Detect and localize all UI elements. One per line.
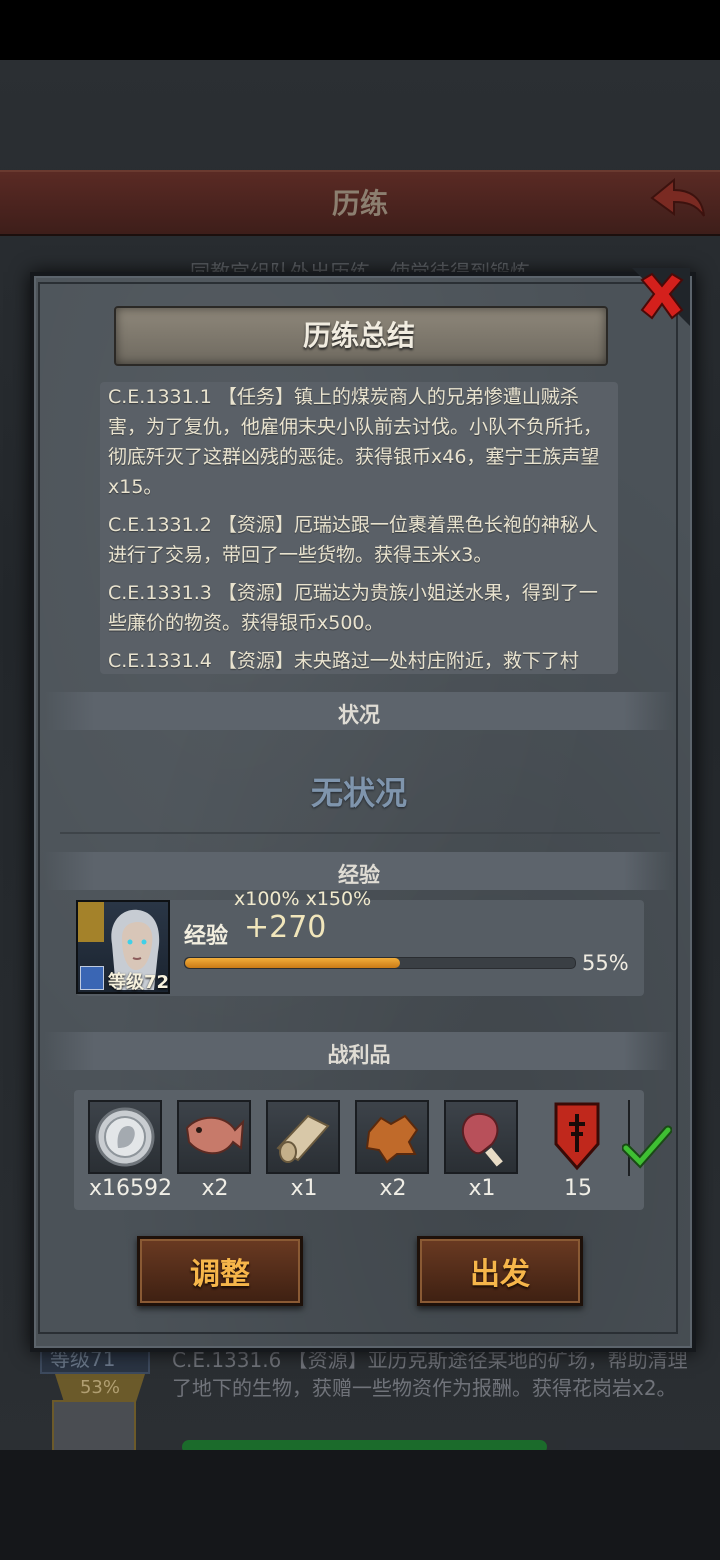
hero-level: 等级72 <box>108 972 170 993</box>
exp-text-label: 经验 <box>184 924 229 949</box>
loot-slot[interactable] <box>88 1100 162 1174</box>
back-arrow-icon[interactable] <box>648 176 708 222</box>
status-value: 无状况 <box>310 774 407 812</box>
background-header-title: 历练 <box>331 187 388 220</box>
log-entry: C.E.1331.2 【资源】厄瑞达跟一位裹着黑色长袍的神秘人进行了交易，带回了… <box>108 514 598 566</box>
log-panel[interactable]: C.E.1331.1 【任务】镇上的煤炭商人的兄弟惨遭山贼杀害，为了复仇，他雇佣… <box>100 382 618 674</box>
silver-coin-icon <box>95 1107 155 1167</box>
navigation-bar <box>0 1450 720 1560</box>
exp-section-label: 经验 <box>338 863 380 887</box>
loot-count: x2 <box>201 1176 229 1201</box>
hero-class-icon <box>80 966 104 990</box>
divider <box>60 832 660 834</box>
status-bar <box>0 0 720 60</box>
loot-slot[interactable] <box>444 1100 518 1174</box>
loot-count: x1 <box>468 1176 496 1201</box>
exp-gain: +270 <box>244 910 327 945</box>
loot-slot[interactable] <box>177 1100 251 1174</box>
loot-count: x1 <box>290 1176 318 1201</box>
exp-percent: 55% <box>582 951 629 975</box>
background-percent-badge: 53% <box>55 1374 145 1402</box>
exp-progress-fill <box>185 958 400 968</box>
meat-leg-icon <box>461 1112 503 1167</box>
loot-slot[interactable] <box>355 1100 429 1174</box>
exp-multipliers: x100% x150% <box>234 888 372 910</box>
cloth-roll-icon <box>276 1114 330 1163</box>
loot-slot[interactable] <box>266 1100 340 1174</box>
loot-count: 15 <box>564 1176 592 1201</box>
status-section-label: 状况 <box>338 703 380 727</box>
loot-count: x2 <box>379 1176 407 1201</box>
modal-title: 历练总结 <box>302 319 415 352</box>
close-icon[interactable] <box>632 268 690 326</box>
depart-button[interactable]: 出发 <box>417 1236 583 1306</box>
leather-hide-icon <box>365 1114 419 1164</box>
loot-count: x16592 <box>88 1176 172 1201</box>
log-entry: C.E.1331.4 【资源】末央路过一处村庄附近，救下了村 <box>108 650 579 672</box>
reputation-shield-icon[interactable] <box>552 1100 602 1172</box>
check-icon[interactable] <box>622 1124 672 1170</box>
background-log-line: C.E.1331.6 【资源】亚历克斯途径某地的矿场，帮助清理了地下的生物，获赠… <box>172 1348 688 1400</box>
log-entry: C.E.1331.1 【任务】镇上的煤炭商人的兄弟惨遭山贼杀害，为了复仇，他雇佣… <box>108 386 603 498</box>
loot-section-label: 战利品 <box>327 1043 391 1067</box>
adjust-button[interactable]: 调整 <box>137 1236 303 1306</box>
log-entry: C.E.1331.3 【资源】厄瑞达为贵族小姐送水果，得到了一些廉价的物资。获得… <box>108 582 598 634</box>
fish-icon <box>185 1116 245 1155</box>
